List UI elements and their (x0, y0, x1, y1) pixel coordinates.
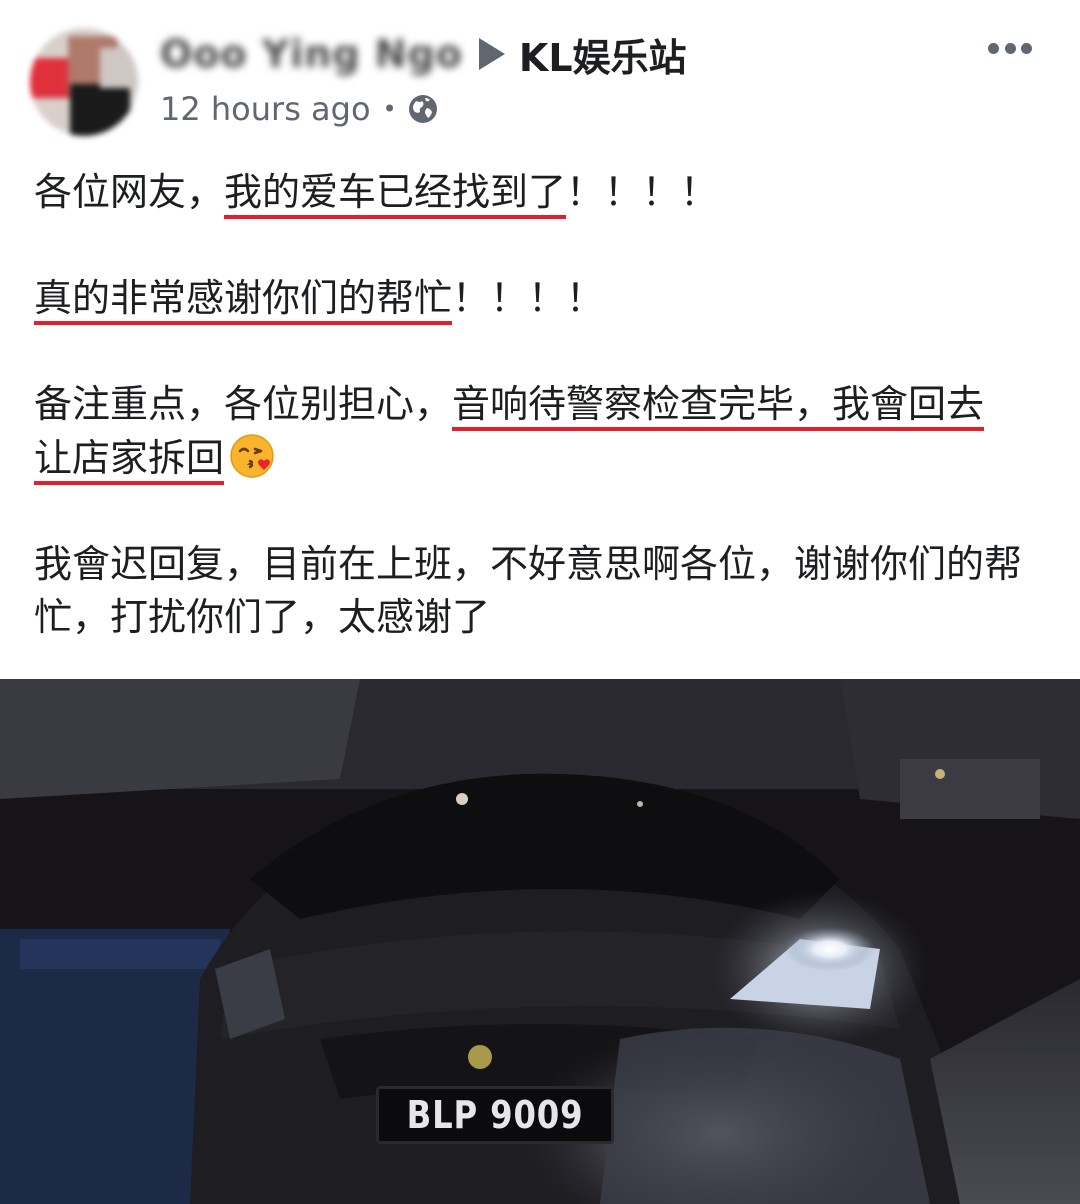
author-name[interactable]: Ooo Ying Ngo (160, 32, 463, 76)
kissing-face-with-heart-emoji-icon (230, 434, 274, 478)
text-segment: ！！！！ (452, 276, 605, 320)
underlined-text: 音响待警察检查完毕，我會回去 (452, 382, 985, 426)
plate-number: BLP 9009 (406, 1093, 584, 1137)
group-name[interactable]: KL娱乐站 (519, 27, 687, 82)
post-timestamp[interactable]: 12 hours ago (160, 90, 371, 128)
more-options-icon[interactable] (988, 38, 1032, 58)
license-plate: BLP 9009 (376, 1086, 614, 1144)
underlined-text: 我的爱车已经找到了 (224, 170, 567, 214)
post-meta: 12 hours ago • (160, 86, 439, 132)
underlined-text: 真的非常感谢你们的帮忙 (34, 276, 453, 320)
meta-separator: • (382, 95, 397, 123)
paragraph-1: 各位网友，我的爱车已经找到了！！！！ (34, 166, 1044, 219)
globe-icon[interactable] (407, 93, 439, 125)
text-segment: ！！！！ (566, 170, 719, 214)
post-title-row: Ooo Ying Ngo KL娱乐站 (160, 26, 687, 82)
post-photo-car[interactable]: BLP 9009 (0, 679, 1080, 1204)
text-segment: 备注重点，各位别担心， (34, 382, 453, 426)
post-body: 各位网友，我的爱车已经找到了！！！！ 真的非常感谢你们的帮忙！！！！ 备注重点，… (34, 166, 1044, 644)
paragraph-2: 真的非常感谢你们的帮忙！！！！ (34, 272, 1044, 325)
paragraph-3: 备注重点，各位别担心，音响待警察检查完毕，我會回去让店家拆回 (34, 378, 1044, 485)
post-header: Ooo Ying Ngo KL娱乐站 12 hours ago • (0, 0, 1080, 150)
underlined-text: 让店家拆回 (34, 436, 225, 480)
facebook-post: Ooo Ying Ngo KL娱乐站 12 hours ago • 各位网友，我… (0, 0, 1080, 1204)
text-segment: 各位网友， (34, 170, 225, 214)
shared-to-arrow-icon (478, 38, 505, 70)
author-avatar[interactable] (30, 28, 138, 136)
paragraph-4: 我會迟回复，目前在上班，不好意思啊各位，谢谢你们的帮忙，打扰你们了，太感谢了 (34, 542, 1023, 639)
